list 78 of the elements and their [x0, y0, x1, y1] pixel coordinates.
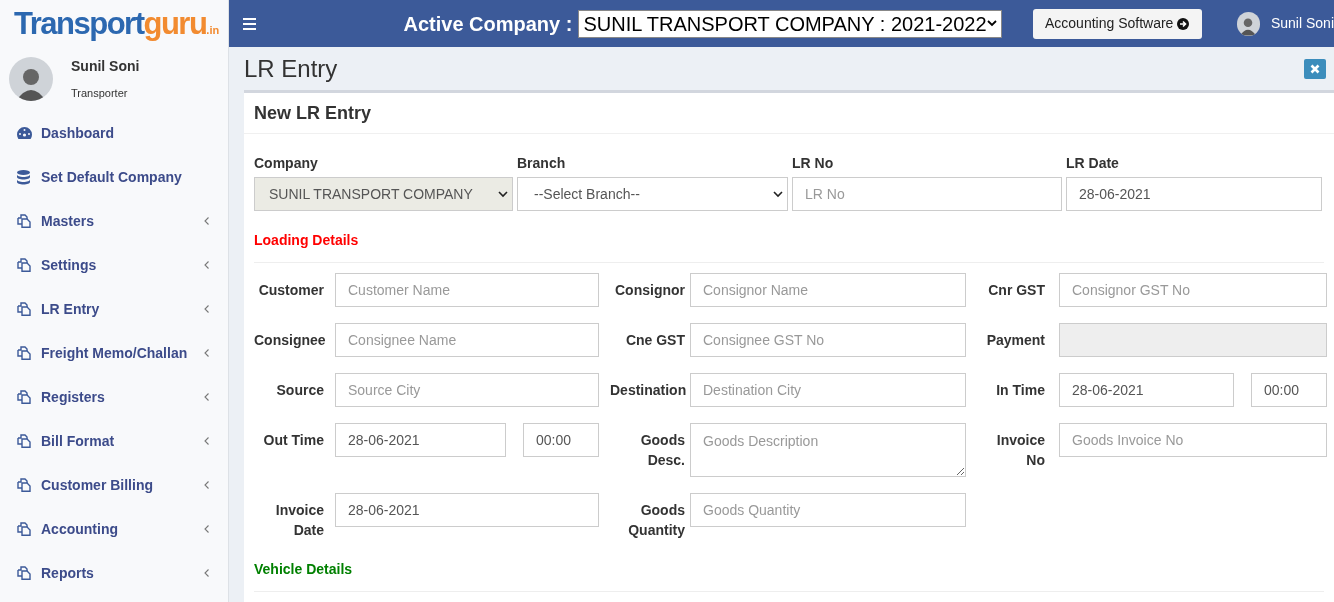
input-field[interactable]: Goods Quantity — [690, 493, 966, 527]
field-label: Invoice No — [995, 431, 1045, 470]
input-field[interactable]: Customer Name — [335, 273, 599, 307]
field-label: Consignee — [254, 331, 324, 350]
input-field[interactable]: 28-06-2021 — [335, 493, 599, 527]
input-field[interactable]: 28-06-2021 — [1059, 373, 1234, 407]
input-field[interactable]: Consignee GST No — [690, 323, 966, 357]
copy-icon — [17, 302, 31, 316]
input-field[interactable]: Consignor GST No — [1059, 273, 1327, 307]
menu-icon[interactable] — [243, 17, 257, 30]
field-label: Company — [254, 154, 319, 173]
close-button[interactable] — [1304, 58, 1326, 79]
sidebar-item[interactable]: Freight Memo/Challan — [0, 331, 228, 375]
chevron-down-icon — [498, 190, 508, 198]
input-field[interactable]: Goods Description — [690, 423, 966, 477]
avatar — [9, 57, 53, 101]
user-role: Transporter — [71, 86, 129, 102]
input-field[interactable]: Consignee Name — [335, 323, 599, 357]
copy-icon — [17, 390, 31, 404]
field-label: Goods Quantity — [627, 501, 685, 540]
field-label: Goods Desc. — [639, 431, 685, 470]
copy-icon — [17, 214, 31, 228]
input-field[interactable]: Source City — [335, 373, 599, 407]
input-field[interactable]: LR No — [792, 177, 1062, 211]
field-label: Consignor — [614, 281, 685, 300]
sidebar-item[interactable]: Dashboard — [0, 111, 228, 155]
copy-icon — [17, 522, 31, 536]
copy-icon — [17, 434, 31, 448]
arrow-circle-right-icon — [1177, 17, 1190, 30]
brand-logo: Transportguru.in — [14, 8, 220, 39]
input-field[interactable]: Goods Invoice No — [1059, 423, 1327, 457]
accounting-software-button[interactable]: Accounting Software — [1032, 8, 1202, 39]
sidebar-item[interactable]: Masters — [0, 199, 228, 243]
close-icon — [1310, 63, 1320, 74]
field-label: Cne GST — [624, 331, 685, 350]
field-label: Branch — [517, 154, 567, 173]
field-label: Source — [275, 381, 324, 400]
sidebar-item[interactable]: Registers — [0, 375, 228, 419]
sidebar-item[interactable]: Reports — [0, 551, 228, 595]
field-label: Out Time — [262, 431, 324, 450]
input-field[interactable]: 00:00 — [523, 423, 599, 457]
select-field[interactable]: --Select Branch-- — [517, 177, 788, 211]
page-title: LR Entry — [244, 53, 338, 84]
input-field[interactable]: 28-06-2021 — [1066, 177, 1322, 211]
user-name[interactable]: Sunil Soni — [1270, 13, 1334, 34]
sidebar-item[interactable]: Set Default Company — [0, 155, 228, 199]
user-avatar[interactable] — [1236, 11, 1260, 36]
sidebar-item[interactable]: Bill Format — [0, 419, 228, 463]
field-label: In Time — [995, 381, 1045, 400]
input-field[interactable]: 28-06-2021 — [335, 423, 506, 457]
copy-icon — [17, 478, 31, 492]
sidebar-item[interactable]: Accounting — [0, 507, 228, 551]
active-company-label: Active Company : — [403, 11, 573, 37]
section-title: Loading Details — [254, 231, 360, 250]
section-title: Vehicle Details — [254, 560, 354, 579]
field-label: Invoice Date — [274, 501, 324, 540]
sidebar-item[interactable]: Settings — [0, 243, 228, 287]
sidebar-item[interactable]: Customer Billing — [0, 463, 228, 507]
field-label: Destination — [610, 381, 685, 400]
chevron-down-icon — [986, 20, 997, 27]
dashboard-icon — [17, 127, 32, 139]
field-label: LR No — [792, 154, 835, 173]
input-field[interactable]: 00:00 — [1251, 373, 1327, 407]
card-title: New LR Entry — [254, 101, 372, 125]
copy-icon — [17, 258, 31, 272]
field-label: Customer — [257, 281, 324, 300]
copy-icon — [17, 566, 31, 580]
input-field[interactable]: Destination City — [690, 373, 966, 407]
field-label: Cnr GST — [987, 281, 1045, 300]
copy-icon — [17, 346, 31, 360]
active-company-select[interactable]: SUNIL TRANSPORT COMPANY : 2021-2022 — [578, 9, 1002, 38]
chevron-down-icon — [773, 190, 783, 198]
field-label: Payment — [985, 331, 1045, 350]
input-field[interactable]: Consignor Name — [690, 273, 966, 307]
sidebar-item[interactable]: LR Entry — [0, 287, 228, 331]
database-icon — [17, 169, 30, 185]
field-label: LR Date — [1066, 154, 1120, 173]
user-name: Sunil Soni — [71, 57, 140, 77]
